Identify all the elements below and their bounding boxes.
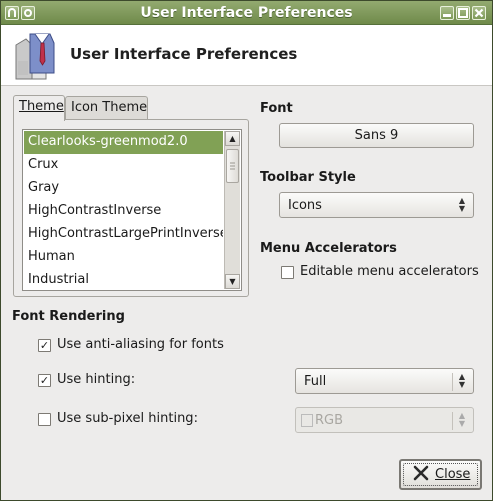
list-item[interactable]: Gray [24,177,223,200]
scroll-down-arrow-icon[interactable]: ▼ [225,274,240,289]
title-bar[interactable]: User Interface Preferences [1,1,492,25]
updown-arrow-icon: ▲ ▼ [458,196,466,213]
close-button[interactable]: Close [399,459,482,490]
close-window-button[interactable] [472,6,486,20]
checkmark-icon[interactable]: ✓ [38,339,51,352]
dialog-title: User Interface Preferences [70,45,298,63]
tab-theme-label: Theme [19,99,64,114]
rgb-swatch-icon [301,414,313,427]
tab-icon-theme-label: Icon Theme [71,100,148,115]
scroll-up-arrow-icon[interactable]: ▲ [225,131,240,146]
subpixel-select: RGB ▲ ▼ [295,407,474,433]
tab-theme[interactable]: Theme [13,95,65,121]
minimize-button[interactable] [440,6,454,20]
font-picker-button[interactable]: Sans 9 [279,123,474,148]
updown-arrow-icon: ▲ ▼ [458,411,466,428]
antialias-label: Use anti-aliasing for fonts [57,337,224,352]
font-value: Sans 9 [354,128,399,143]
subpixel-label: Use sub-pixel hinting: [57,411,198,426]
hinting-value: Full [304,374,327,389]
preferences-window: User Interface Preferences User Interfac… [0,0,493,501]
hinting-select[interactable]: Full ▲ ▼ [295,368,474,394]
toolbar-style-value: Icons [288,198,322,213]
maximize-button[interactable] [456,6,470,20]
list-item[interactable]: Crux [24,154,223,177]
editable-accelerators-label: Editable menu accelerators [300,264,479,279]
list-item[interactable]: HighContrastInverse [24,200,223,223]
combo-separator [452,373,453,391]
checkmark-icon[interactable]: ✓ [38,374,51,387]
theme-list-scrollbar[interactable]: ▲ ▼ [224,131,240,289]
menu-accelerators-heading: Menu Accelerators [260,241,397,256]
list-item[interactable]: HighContrastLargePrintInverse [24,223,223,246]
dialog-header: User Interface Preferences [1,25,492,86]
shirt-tie-icon [12,31,58,81]
theme-tab-panel: Clearlooks-greenmod2.0 Crux Gray HighCon… [13,119,249,297]
close-icon [413,464,429,487]
toolbar-style-heading: Toolbar Style [260,170,356,185]
list-item[interactable]: Human [24,246,223,269]
toolbar-style-select[interactable]: Icons ▲ ▼ [279,192,474,218]
updown-arrow-icon: ▲ ▼ [458,372,466,389]
close-button-label: Close [435,467,471,482]
scrollbar-thumb[interactable] [226,149,239,183]
hinting-label: Use hinting: [57,372,136,387]
subpixel-value: RGB [315,413,344,428]
combo-separator [452,412,453,430]
font-rendering-heading: Font Rendering [12,309,125,324]
font-heading: Font [260,101,293,116]
checkbox-unchecked-icon[interactable] [38,413,51,426]
window-title: User Interface Preferences [140,5,353,21]
checkbox-unchecked-icon[interactable] [281,266,294,279]
list-item[interactable]: Industrial [24,269,223,290]
tab-icon-theme[interactable]: Icon Theme [65,96,148,120]
list-item[interactable]: Clearlooks-greenmod2.0 [24,131,223,154]
theme-list[interactable]: Clearlooks-greenmod2.0 Crux Gray HighCon… [22,129,242,291]
